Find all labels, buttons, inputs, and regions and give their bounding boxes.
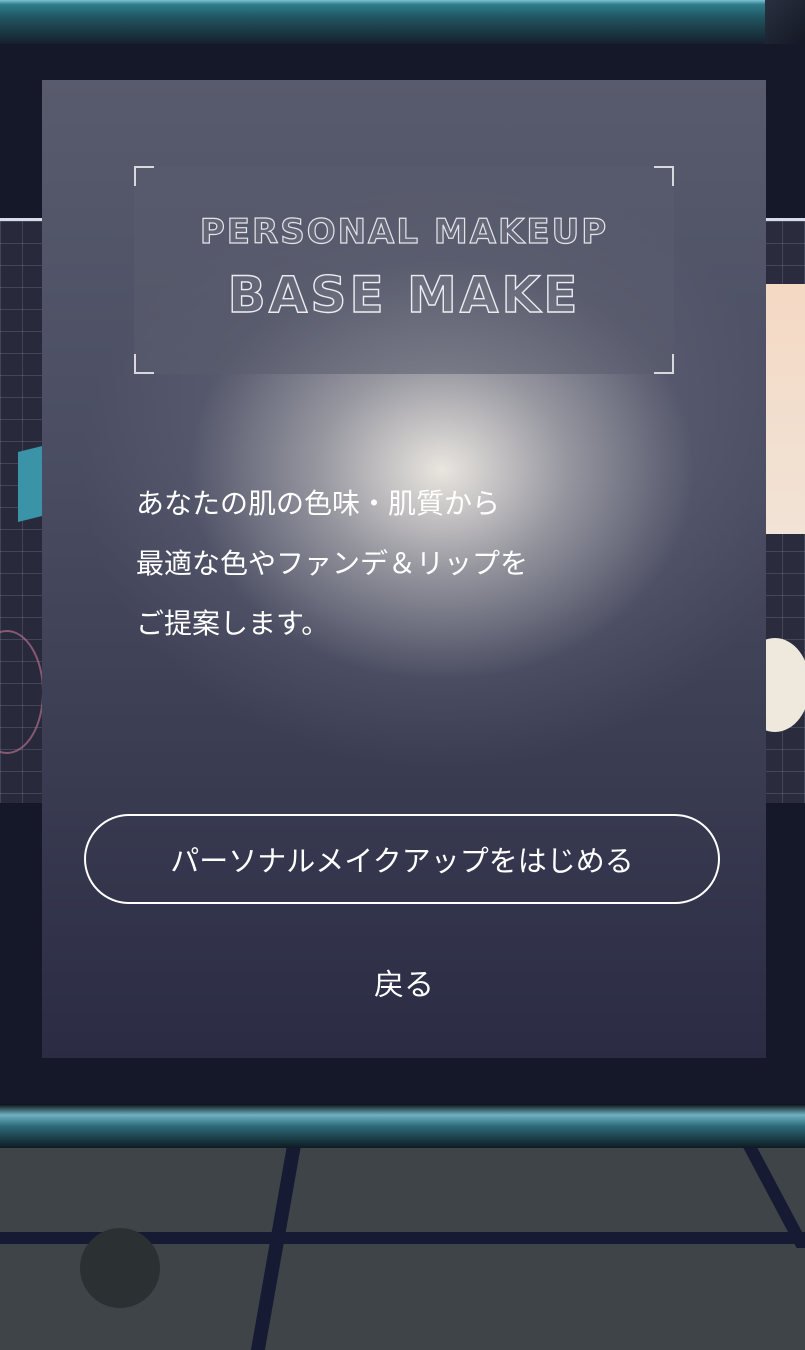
frame-corner	[134, 354, 154, 374]
title-subheading: PERSONAL MAKEUP	[199, 211, 609, 252]
frame-corner	[654, 166, 674, 186]
frame-corner	[134, 166, 154, 186]
title-frame: PERSONAL MAKEUP BASE MAKE	[134, 166, 674, 374]
right-color-card	[762, 284, 805, 534]
description-text: あなたの肌の色味・肌質から 最適な色やファンデ＆リップを ご提案します。	[136, 474, 696, 654]
description-line: ご提案します。	[136, 607, 330, 640]
makeup-intro-modal: PERSONAL MAKEUP BASE MAKE あなたの肌の色味・肌質から …	[42, 80, 766, 1058]
description-line: 最適な色やファンデ＆リップを	[136, 547, 529, 580]
frame-corner	[654, 354, 674, 374]
start-personal-makeup-button[interactable]: パーソナルメイクアップをはじめる	[84, 814, 720, 904]
floor-object	[80, 1228, 160, 1308]
description-line: あなたの肌の色味・肌質から	[136, 487, 501, 520]
bottom-rail	[0, 1104, 805, 1148]
title-heading: BASE MAKE	[227, 265, 581, 324]
top-rail	[0, 0, 805, 44]
back-button[interactable]: 戻る	[42, 960, 766, 1004]
